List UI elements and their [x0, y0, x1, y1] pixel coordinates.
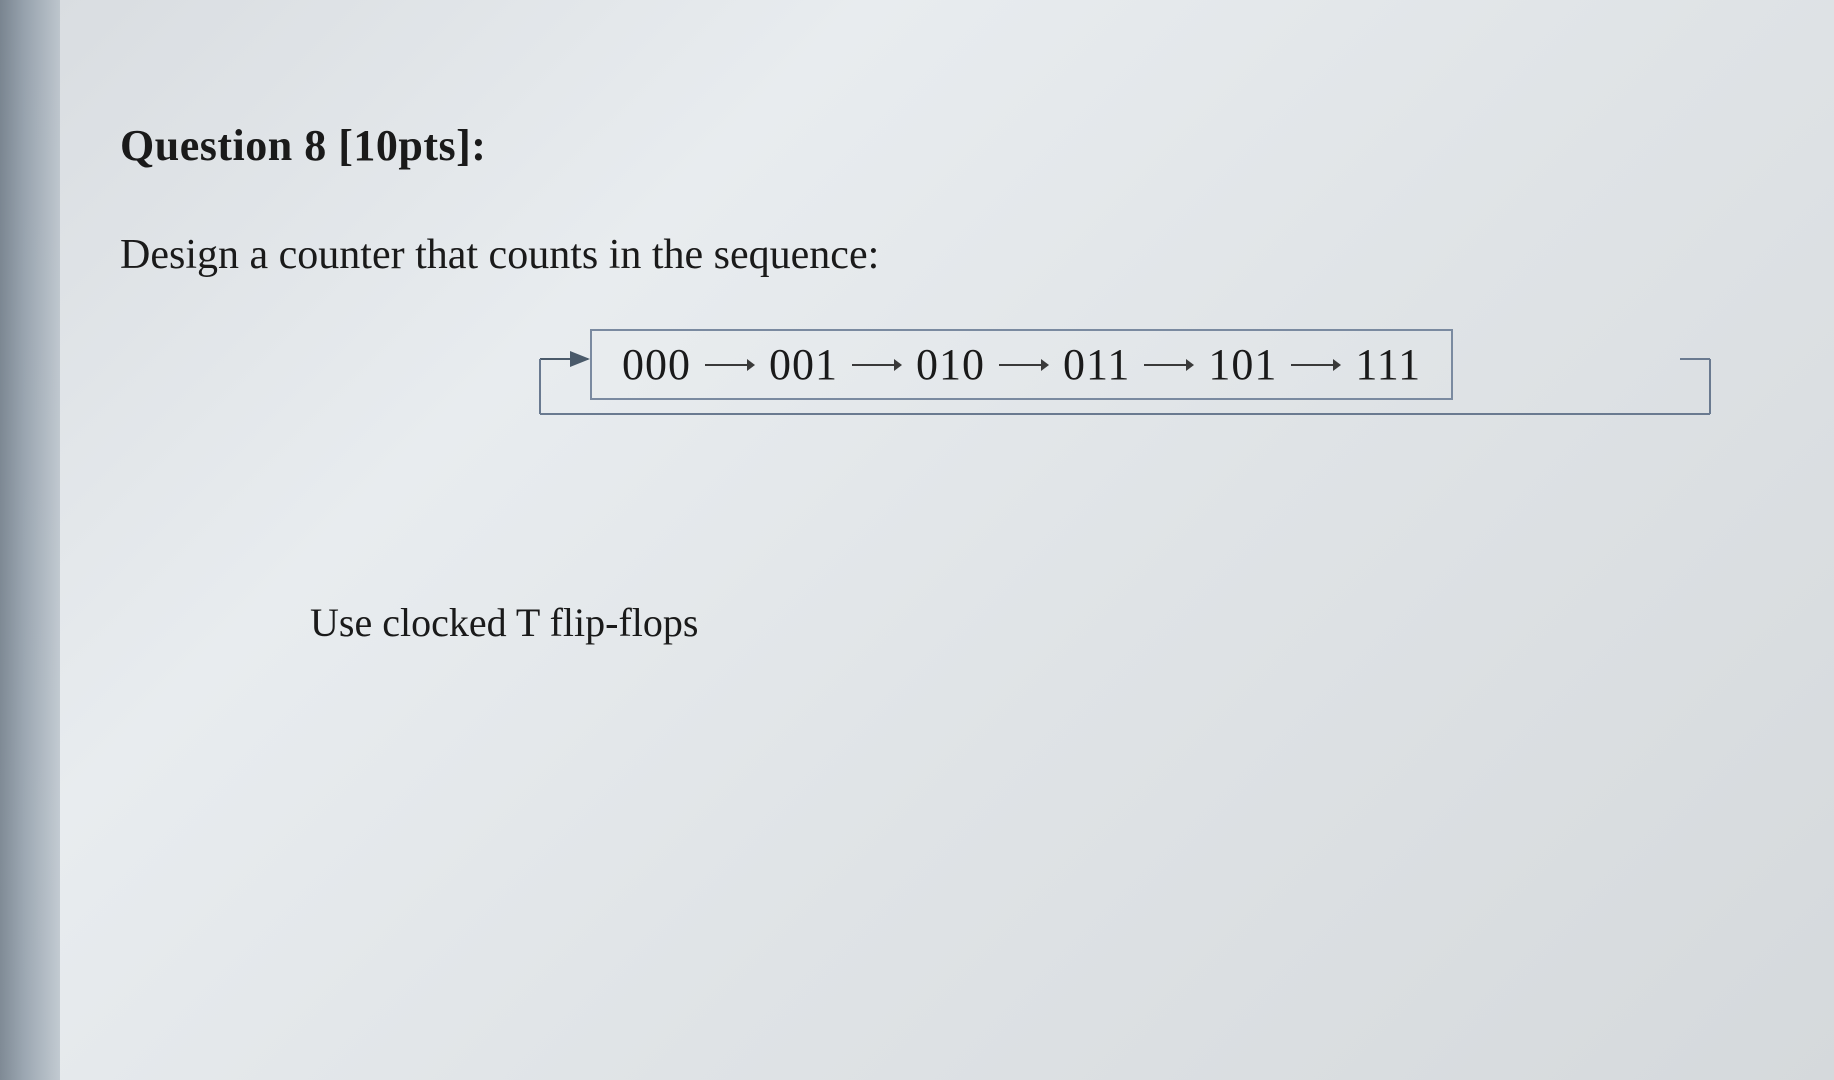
- sequence-diagram: 000 001 010 011 101 111: [540, 329, 1754, 459]
- state-1: 001: [769, 339, 838, 390]
- arrow-icon: [1291, 355, 1341, 375]
- state-3: 011: [1063, 339, 1130, 390]
- state-2: 010: [916, 339, 985, 390]
- arrow-icon: [999, 355, 1049, 375]
- arrow-icon: [852, 355, 902, 375]
- state-4: 101: [1208, 339, 1277, 390]
- instruction-text: Use clocked T flip-flops: [310, 599, 1754, 646]
- arrow-icon: [1144, 355, 1194, 375]
- arrow-icon: [705, 355, 755, 375]
- sequence-box: 000 001 010 011 101 111: [590, 329, 1453, 400]
- state-5: 111: [1355, 339, 1421, 390]
- question-prompt: Design a counter that counts in the sequ…: [120, 231, 1754, 279]
- question-page: Question 8 [10pts]: Design a counter tha…: [60, 0, 1834, 1080]
- state-0: 000: [622, 339, 691, 390]
- question-title: Question 8 [10pts]:: [120, 120, 1754, 171]
- page-left-edge: [0, 0, 60, 1080]
